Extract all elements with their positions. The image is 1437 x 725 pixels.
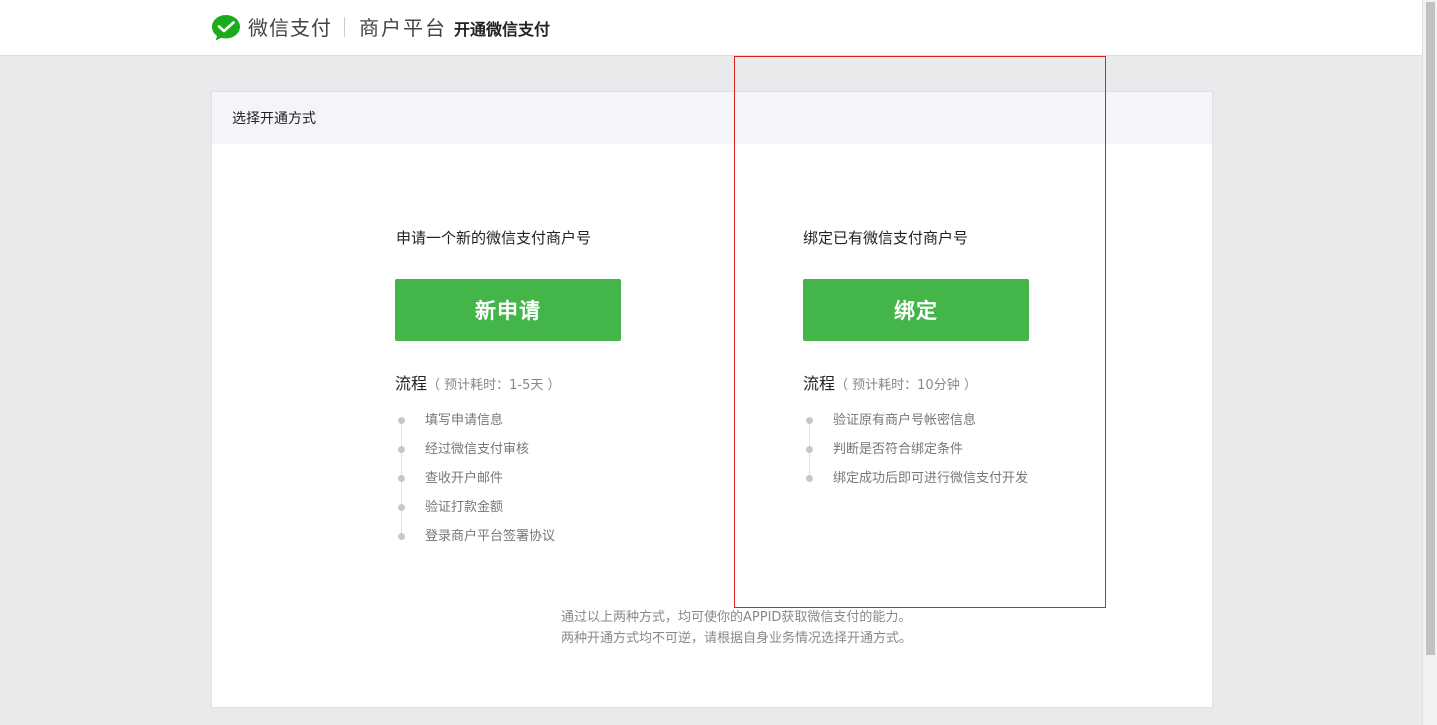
flow-step: 判断是否符合绑定条件 (803, 442, 1028, 475)
flow-label-text: 流程 (803, 374, 836, 393)
vertical-scrollbar[interactable] (1422, 0, 1437, 725)
flow-label-text: 流程 (395, 374, 428, 393)
flow-step: 验证打款金额 (395, 500, 555, 533)
notice-line: 通过以上两种方式，均可使你的APPID获取微信支付的能力。 (561, 610, 912, 625)
flow-step: 登录商户平台签署协议 (395, 529, 555, 558)
notice-text: 通过以上两种方式，均可使你的APPID获取微信支付的能力。 两种开通方式均不可逆… (561, 607, 912, 649)
bind-steps: 验证原有商户号帐密信息 判断是否符合绑定条件 绑定成功后即可进行微信支付开发 (803, 413, 1028, 500)
bind-button[interactable]: 绑定 (803, 279, 1029, 341)
brand-name: 微信支付 (248, 16, 332, 40)
new-application-flow-label: 流程（ 预计耗时：1-5天 ） (395, 374, 561, 396)
header-divider (344, 17, 345, 37)
notice-line: 两种开通方式均不可逆，请根据自身业务情况选择开通方式。 (561, 631, 913, 646)
flow-step: 经过微信支付审核 (395, 442, 555, 475)
wechat-pay-logo-icon (211, 14, 241, 42)
panel-header: 选择开通方式 (212, 92, 1212, 144)
bind-existing-title: 绑定已有微信支付商户号 (803, 229, 969, 247)
new-application-button[interactable]: 新申请 (395, 279, 621, 341)
scrollbar-thumb[interactable] (1426, 2, 1435, 655)
page-subtitle: 开通微信支付 (454, 20, 551, 39)
flow-step: 绑定成功后即可进行微信支付开发 (803, 471, 1028, 500)
flow-step: 验证原有商户号帐密信息 (803, 413, 1028, 446)
new-application-steps: 填写申请信息 经过微信支付审核 查收开户邮件 验证打款金额 登录商户平台签署协议 (395, 413, 555, 558)
open-method-panel: 选择开通方式 申请一个新的微信支付商户号 新申请 流程（ 预计耗时：1-5天 ）… (211, 91, 1213, 708)
flow-estimate: （ 预计耗时：1-5天 ） (427, 378, 561, 393)
flow-step: 查收开户邮件 (395, 471, 555, 504)
new-application-title: 申请一个新的微信支付商户号 (396, 229, 592, 247)
top-header: 微信支付 商户平台 开通微信支付 (0, 0, 1422, 56)
flow-step: 填写申请信息 (395, 413, 555, 446)
bind-flow-label: 流程（ 预计耗时：10分钟 ） (803, 374, 977, 396)
platform-name: 商户平台 (359, 16, 447, 40)
flow-estimate: （ 预计耗时：10分钟 ） (835, 378, 977, 393)
panel-title: 选择开通方式 (232, 111, 316, 127)
